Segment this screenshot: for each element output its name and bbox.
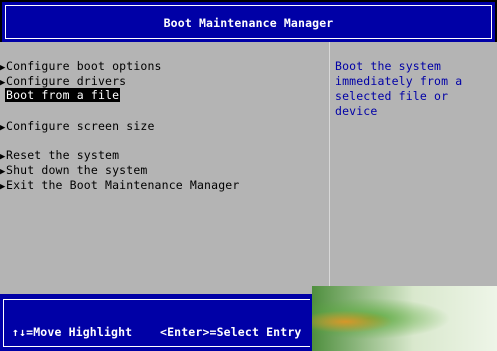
menu-item-shut-down-the-system[interactable]: ▶Shut down the system bbox=[0, 163, 147, 177]
menu-item-configure-drivers[interactable]: ▶Configure drivers bbox=[0, 74, 126, 88]
menu-item-label: Configure screen size bbox=[6, 119, 155, 133]
select-entry-hint: <Enter>=Select Entry bbox=[160, 325, 302, 339]
bios-screen: Boot Maintenance Manager ▶Configure boot… bbox=[0, 0, 497, 351]
page-title: Boot Maintenance Manager bbox=[163, 16, 334, 30]
title-bar: Boot Maintenance Manager bbox=[2, 2, 495, 42]
footer-border bbox=[3, 299, 310, 347]
menu-item-label: Boot from a file bbox=[6, 88, 120, 102]
main-panel: ▶Configure boot options ▶Configure drive… bbox=[0, 42, 497, 294]
menu-item-reset-the-system[interactable]: ▶Reset the system bbox=[0, 148, 119, 162]
menu-item-configure-screen-size[interactable]: ▶Configure screen size bbox=[0, 119, 155, 133]
move-highlight-hint: ↑↓=Move Highlight bbox=[12, 325, 133, 339]
menu-item-configure-boot-options[interactable]: ▶Configure boot options bbox=[0, 59, 162, 73]
help-description: Boot the system immediately from a selec… bbox=[335, 59, 463, 118]
watermark-overlay bbox=[312, 286, 497, 351]
menu-item-boot-from-a-file[interactable]: Boot from a file bbox=[5, 88, 121, 102]
menu-item-label: Configure boot options bbox=[6, 59, 162, 73]
menu-item-exit-boot-maintenance-manager[interactable]: ▶Exit the Boot Maintenance Manager bbox=[0, 178, 239, 192]
help-divider bbox=[329, 42, 330, 294]
menu-item-label: Shut down the system bbox=[6, 163, 148, 177]
menu-item-label: Configure drivers bbox=[6, 74, 127, 88]
menu-item-label: Reset the system bbox=[6, 148, 120, 162]
title-border: Boot Maintenance Manager bbox=[5, 5, 492, 39]
menu-item-label: Exit the Boot Maintenance Manager bbox=[6, 178, 240, 192]
